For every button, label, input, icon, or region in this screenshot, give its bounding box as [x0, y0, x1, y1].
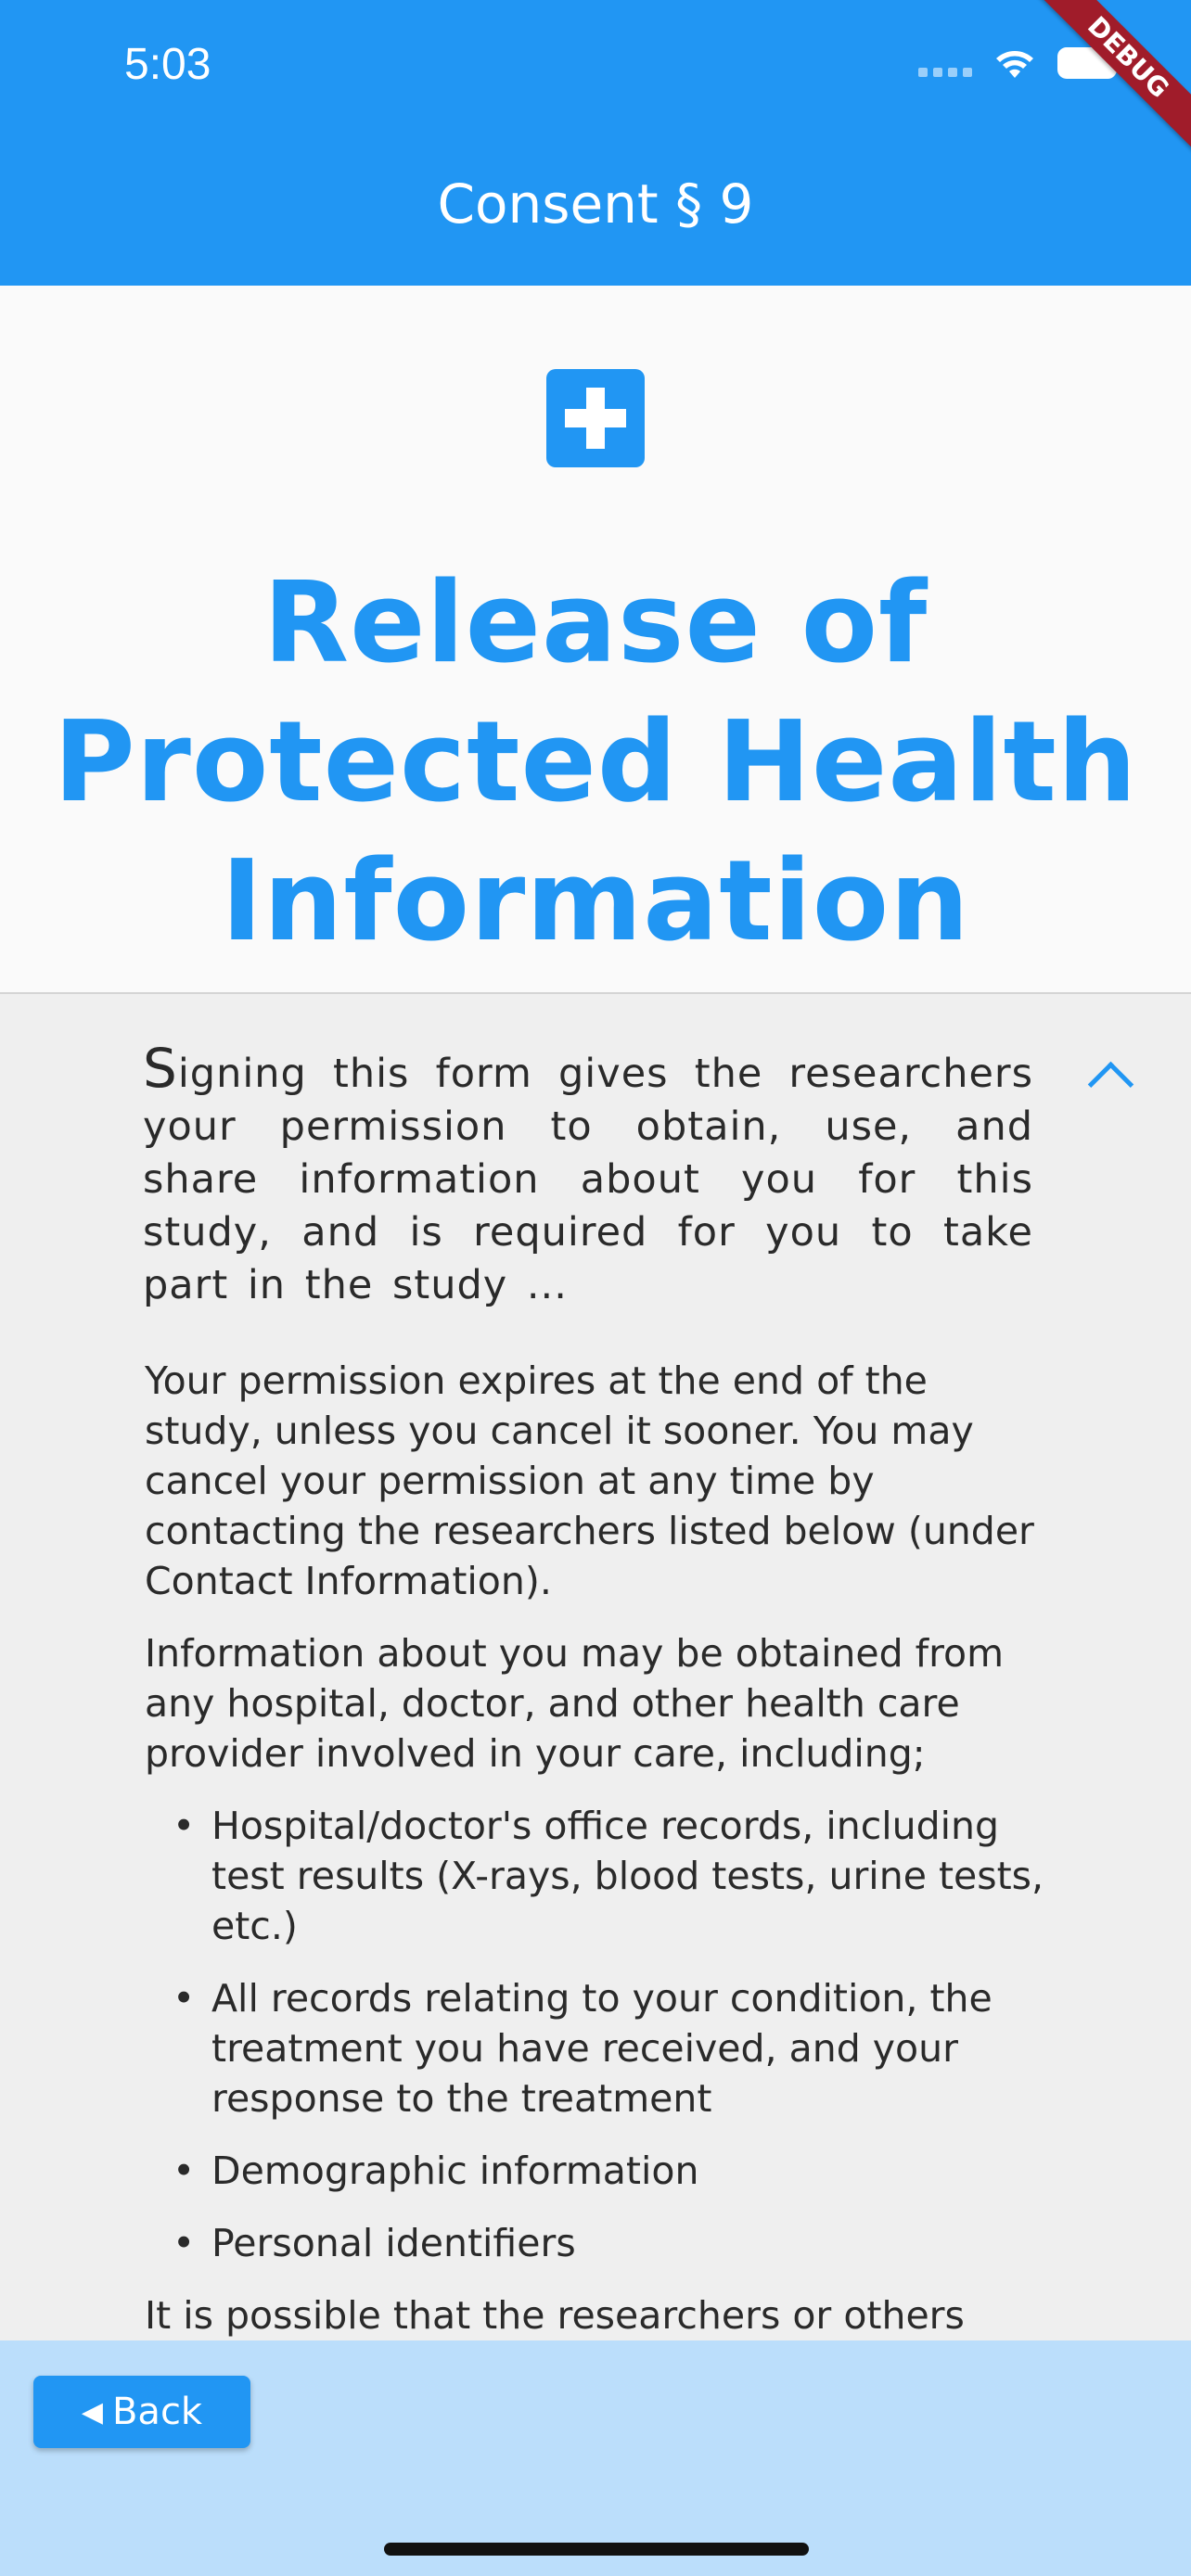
medical-plus-icon [546, 369, 645, 467]
chevron-up-icon[interactable] [1087, 1061, 1134, 1108]
back-button[interactable]: ◀ Back [33, 2376, 250, 2448]
summary-first-letter: S [143, 1037, 178, 1100]
status-icons [918, 46, 1122, 80]
summary-text: igning this form gives the researchers y… [143, 1051, 1033, 1308]
footer-bar: ◀ Back [0, 2340, 1191, 2576]
details-paragraph-1: Your permission expires at the end of th… [145, 1358, 1034, 1603]
section-title: Release of Protected Health Information [53, 559, 1138, 966]
records-list: • Hospital/doctor's office records, inclu… [145, 1801, 1054, 2268]
details-paragraph-3: It is possible that the researchers or o… [145, 2293, 965, 2338]
back-label: Back [111, 2391, 203, 2433]
section-details: Your permission expires at the end of th… [145, 1356, 1054, 2340]
section-header: Release of Protected Health Information [0, 286, 1191, 994]
consent-content[interactable]: Signing this form gives the researchers … [0, 994, 1191, 2340]
signal-icon [918, 49, 972, 77]
list-item: • Demographic information [173, 2149, 699, 2193]
section-summary[interactable]: Signing this form gives the researchers … [143, 1041, 1033, 1312]
list-item: • Hospital/doctor's office records, inclu… [173, 1804, 1044, 1948]
app-bar: 5:03 DEBUG Consent § 9 [0, 0, 1191, 286]
home-indicator[interactable] [384, 2543, 809, 2556]
details-paragraph-2: Information about you may be obtained fr… [145, 1631, 1005, 1776]
status-time: 5:03 [124, 40, 211, 89]
list-item: • All records relating to your condition,… [173, 1976, 992, 2121]
list-item: • Personal identifiers [173, 2221, 576, 2265]
wifi-icon [996, 51, 1033, 78]
left-triangle-icon: ◀ [81, 2395, 103, 2429]
page-title: Consent § 9 [437, 172, 754, 236]
